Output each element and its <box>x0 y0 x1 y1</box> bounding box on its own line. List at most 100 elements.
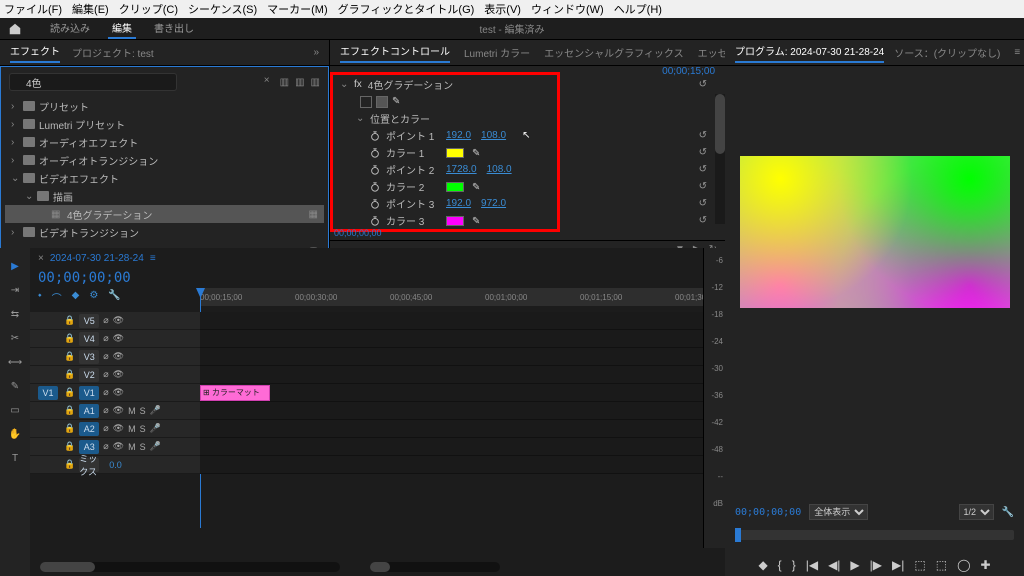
track-output-icon[interactable]: 👁 <box>113 387 124 398</box>
track-output-icon[interactable]: 👁 <box>113 369 124 380</box>
rectangle-tool-icon[interactable]: ▭ <box>7 402 23 418</box>
panel-tab[interactable]: プログラム: 2024-07-30 21-28-24 <box>735 43 884 63</box>
mute-icon[interactable]: M <box>128 424 136 434</box>
source-patch[interactable]: V1 <box>38 386 58 400</box>
track-lock-icon[interactable]: 🔒 <box>64 315 75 326</box>
step-back-icon[interactable]: ◀| <box>828 558 840 572</box>
go-to-in-icon[interactable]: |◀ <box>806 558 818 572</box>
tree-item[interactable]: › オーディオエフェクト <box>5 133 324 151</box>
mute-icon[interactable]: M <box>128 442 136 452</box>
panel-tab[interactable]: エッセンシャルグラフィックス <box>544 45 684 60</box>
workspace-mode[interactable]: 読み込み <box>46 18 94 39</box>
reset-param-icon[interactable]: ↺ <box>699 215 707 226</box>
razor-tool-icon[interactable]: ✂ <box>7 330 23 346</box>
param-value-x[interactable]: 1728.0 <box>446 164 477 175</box>
menu-item[interactable]: マーカー(M) <box>267 1 328 17</box>
color-swatch[interactable] <box>446 216 464 226</box>
track-lock-icon[interactable]: 🔒 <box>64 333 75 344</box>
mute-icon[interactable]: M <box>128 406 136 416</box>
button-editor-icon[interactable]: ✚ <box>981 558 991 572</box>
linked-sel-icon[interactable]: ⌒ <box>52 290 62 305</box>
sequence-tab[interactable]: 2024-07-30 21-28-24 <box>50 253 144 264</box>
vertical-scrollbar[interactable] <box>715 94 725 224</box>
lift-icon[interactable]: ⬚ <box>914 558 925 572</box>
track-lock-icon[interactable]: 🔒 <box>64 441 75 452</box>
track-lock-icon[interactable]: 🔒 <box>64 423 75 434</box>
wrench-icon[interactable]: 🔧 <box>108 290 120 305</box>
reset-param-icon[interactable]: ↺ <box>699 147 707 158</box>
program-scrubber[interactable] <box>735 530 1014 540</box>
workspace-mode[interactable]: 書き出し <box>150 18 198 39</box>
menu-item[interactable]: ファイル(F) <box>4 1 62 17</box>
step-fwd-icon[interactable]: |▶ <box>870 558 882 572</box>
lock-icon[interactable]: ⌀ <box>103 423 108 434</box>
close-icon[interactable]: × <box>38 253 44 264</box>
stopwatch-icon[interactable] <box>370 165 380 175</box>
add-marker-icon[interactable]: ◆ <box>758 558 767 572</box>
marker-icon[interactable]: ◆ <box>72 290 80 305</box>
resolution-select[interactable]: 1/2 <box>959 504 994 520</box>
tree-arrow-icon[interactable]: › <box>11 119 19 130</box>
track-lock-icon[interactable]: 🔒 <box>64 405 75 416</box>
preset-filter-icon-3[interactable]: ▥ <box>311 77 320 88</box>
track-lane[interactable] <box>200 420 725 438</box>
param-value-x[interactable]: 192.0 <box>446 130 471 141</box>
reset-param-icon[interactable]: ↺ <box>699 130 707 141</box>
track-target[interactable]: V2 <box>79 368 99 382</box>
track-lock-icon[interactable]: 🔒 <box>64 369 75 380</box>
track-lock-icon[interactable]: 🔒 <box>64 459 75 470</box>
workspace-mode[interactable]: 編集 <box>108 18 136 39</box>
mask-icon[interactable]: ✎ <box>392 96 404 108</box>
track-target[interactable]: V4 <box>79 332 99 346</box>
track-target[interactable]: V5 <box>79 314 99 328</box>
fx-toggle-icon[interactable] <box>360 96 372 108</box>
track-target[interactable]: V1 <box>79 386 99 400</box>
panel-tab[interactable]: エフェクト <box>10 43 60 63</box>
mix-value[interactable]: 0.0 <box>109 460 122 470</box>
zoom-fit-select[interactable]: 全体表示 <box>809 504 868 520</box>
track-lane[interactable] <box>200 456 725 474</box>
track-select-tool-icon[interactable]: ⇥ <box>7 282 23 298</box>
effect-reset-icon[interactable]: ↺ <box>699 79 707 90</box>
tree-arrow-icon[interactable]: › <box>11 155 19 166</box>
collapse-arrow-icon[interactable]: ⌄ <box>356 113 364 124</box>
param-value-x[interactable]: 192.0 <box>446 198 471 209</box>
tree-arrow-icon[interactable]: › <box>11 227 19 238</box>
track-target[interactable]: A2 <box>79 422 99 436</box>
clear-search-icon[interactable]: × <box>264 75 270 86</box>
slip-tool-icon[interactable]: ⟷ <box>7 354 23 370</box>
program-timecode[interactable]: 00;00;00;00 <box>735 507 801 518</box>
stopwatch-icon[interactable] <box>370 199 380 209</box>
tree-arrow-icon[interactable]: ⌄ <box>25 191 33 202</box>
eyedropper-icon[interactable]: ✎ <box>472 216 482 226</box>
track-output-icon[interactable]: 👁 <box>113 441 124 452</box>
voice-icon[interactable]: 🎤 <box>150 441 161 452</box>
tree-item[interactable]: ▦ 4色グラデーション ▦ <box>5 205 324 223</box>
type-tool-icon[interactable]: T <box>7 450 23 466</box>
menu-item[interactable]: シーケンス(S) <box>188 1 257 17</box>
settings-icon[interactable]: ⚙ <box>89 290 98 305</box>
panel-tab[interactable]: エフェクトコントロール <box>340 43 450 63</box>
track-target[interactable]: V3 <box>79 350 99 364</box>
extract-icon[interactable]: ⬚ <box>936 558 947 572</box>
lock-icon[interactable]: ⌀ <box>103 369 108 380</box>
solo-icon[interactable]: S <box>140 442 146 452</box>
timeline-timecode[interactable]: 00;00;00;00 <box>30 268 725 288</box>
color-swatch[interactable] <box>446 182 464 192</box>
track-output-icon[interactable]: 👁 <box>113 333 124 344</box>
tree-item[interactable]: › Lumetri プリセット <box>5 115 324 133</box>
preset-filter-icon[interactable]: ▥ <box>280 77 289 88</box>
tree-arrow-icon[interactable]: ⌄ <box>11 173 19 184</box>
track-lane[interactable] <box>200 438 725 456</box>
menu-item[interactable]: ヘルプ(H) <box>614 1 662 17</box>
track-lane[interactable] <box>200 330 725 348</box>
tree-item[interactable]: ⌄ 描画 <box>5 187 324 205</box>
tree-arrow-icon[interactable]: › <box>11 137 19 148</box>
lock-icon[interactable]: ⌀ <box>103 387 108 398</box>
timeline-clip[interactable]: ⊞ カラーマット <box>200 385 270 401</box>
eyedropper-icon[interactable]: ✎ <box>472 148 482 158</box>
solo-icon[interactable]: S <box>140 424 146 434</box>
menu-item[interactable]: 表示(V) <box>484 1 521 17</box>
hand-tool-icon[interactable]: ✋ <box>7 426 23 442</box>
lock-icon[interactable]: ⌀ <box>103 405 108 416</box>
